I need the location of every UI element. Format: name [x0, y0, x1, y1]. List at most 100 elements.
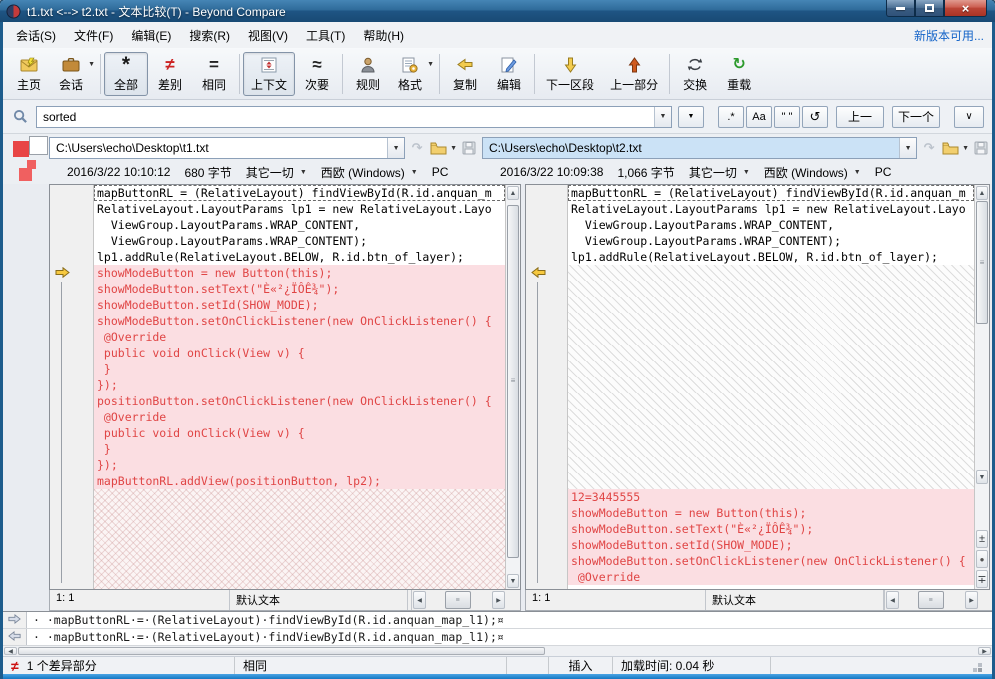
scroll-right-icon[interactable]: ▶ [965, 591, 978, 609]
right-encoding-combo[interactable]: 西欧 (Windows)▼ [764, 164, 861, 181]
code-line[interactable]: } [94, 361, 505, 377]
match-case-toggle-button[interactable]: Aa [746, 106, 772, 128]
scroll-right-icon[interactable]: ▶ [492, 591, 505, 609]
format-dropdown-icon[interactable]: ▼ [427, 61, 434, 68]
new-version-link[interactable]: 新版本可用... [914, 27, 984, 44]
code-line[interactable]: }); [94, 457, 505, 473]
sessions-button[interactable]: 会话 ▼ [51, 52, 97, 96]
code-line[interactable]: showModeButton = new Button(this); [94, 265, 505, 281]
search-options-dropdown-button[interactable]: ▼ [678, 106, 704, 128]
menu-view[interactable]: 视图(V) [239, 23, 297, 48]
right-horizontal-scrollbar[interactable]: ◀ ≡ ▶ [885, 590, 979, 610]
left-path-combo[interactable]: C:\Users\echo\Desktop\t1.txt ▼ [49, 137, 405, 159]
maximize-button[interactable] [915, 0, 944, 17]
code-line[interactable] [568, 393, 974, 409]
code-line[interactable]: ViewGroup.LayoutParams.WRAP_CONTENT); [94, 233, 505, 249]
code-line[interactable]: @Override [94, 409, 505, 425]
menu-session[interactable]: 会话(S) [7, 23, 65, 48]
show-same-button[interactable]: = 相同 [192, 52, 236, 96]
show-differences-button[interactable]: ≠ 差别 [148, 52, 192, 96]
scroll-up-icon[interactable]: ▲ [507, 186, 519, 200]
code-line[interactable]: 12=3445555 [568, 489, 974, 505]
detail-hscroll-track[interactable] [18, 647, 977, 655]
right-browse-folder-icon[interactable] [941, 141, 959, 155]
code-line[interactable] [568, 297, 974, 313]
menu-tools[interactable]: 工具(T) [297, 23, 354, 48]
diff-marker-left-arrow-icon[interactable] [531, 267, 546, 281]
code-line[interactable]: public void onClick(View v) { [94, 345, 505, 361]
diff-marker-right-arrow-icon[interactable] [55, 267, 70, 281]
code-line[interactable]: showModeButton.setId(SHOW_MODE); [568, 537, 974, 553]
rules-button[interactable]: 规则 [346, 52, 390, 96]
code-line[interactable] [568, 361, 974, 377]
close-button[interactable]: × [944, 0, 987, 17]
code-line[interactable]: RelativeLayout.LayoutParams lp1 = new Re… [94, 201, 505, 217]
left-rule-combo[interactable]: 其它一切▼ [246, 164, 307, 181]
code-line[interactable]: public void onClick(View v) { [94, 425, 505, 441]
menu-edit[interactable]: 编辑(E) [122, 23, 180, 48]
right-refresh-icon[interactable]: ↷ [920, 140, 938, 156]
code-line[interactable] [568, 409, 974, 425]
code-line[interactable]: showModeButton.setText("È«²¿ÏÔÊ¾"); [94, 281, 505, 297]
code-line[interactable] [568, 281, 974, 297]
code-line[interactable] [568, 329, 974, 345]
left-horizontal-scrollbar[interactable]: ◀ ≡ ▶ [412, 590, 506, 610]
scroll-up-icon[interactable]: ▲ [976, 186, 988, 200]
left-vertical-scrollbar[interactable]: ▲ ≡ ▼ [505, 185, 520, 589]
right-scroll-thumb[interactable]: ≡ [976, 201, 988, 324]
right-line-detail[interactable]: · ·mapButtonRL·=·(RelativeLayout)·findVi… [3, 629, 992, 646]
left-line-detail[interactable]: · ·mapButtonRL·=·(RelativeLayout)·findVi… [3, 612, 992, 629]
swap-button[interactable]: 交换 [673, 52, 717, 96]
left-encoding-combo[interactable]: 西欧 (Windows)▼ [321, 164, 418, 181]
wrap-search-button[interactable]: ↺ [802, 106, 828, 128]
next-difference-button[interactable]: ∓ [976, 570, 988, 588]
sessions-dropdown-icon[interactable]: ▼ [88, 61, 95, 68]
copy-button[interactable]: 复制 [443, 52, 487, 96]
left-scroll-track[interactable]: ≡ [507, 201, 519, 573]
code-line[interactable]: lp1.addRule(RelativeLayout.BELOW, R.id.b… [568, 249, 974, 265]
left-browse-dropdown-icon[interactable]: ▼ [450, 145, 457, 152]
code-line[interactable] [94, 537, 505, 553]
code-line[interactable]: mapButtonRL = (RelativeLayout) findViewB… [568, 185, 974, 201]
right-path-combo[interactable]: C:\Users\echo\Desktop\t2.txt ▼ [482, 137, 917, 159]
right-vertical-scrollbar[interactable]: ▲ ≡ ▼ ± ● ∓ [974, 185, 989, 589]
right-path-dropdown[interactable]: ▼ [899, 138, 916, 158]
code-line[interactable] [568, 313, 974, 329]
show-minor-button[interactable]: ≈ 次要 [295, 52, 339, 96]
right-rule-combo[interactable]: 其它一切▼ [689, 164, 750, 181]
right-code-area[interactable]: mapButtonRL = (RelativeLayout) findViewB… [568, 185, 974, 589]
left-refresh-icon[interactable]: ↷ [408, 140, 426, 156]
code-line[interactable] [568, 441, 974, 457]
show-context-button[interactable]: 上下文 [243, 52, 295, 96]
code-line[interactable] [94, 489, 505, 505]
code-line[interactable]: mapButtonRL.addView(positionButton, lp2)… [94, 473, 505, 489]
collapse-search-button[interactable]: ∨ [954, 106, 984, 128]
right-hscroll-thumb[interactable]: ≡ [918, 591, 944, 609]
scroll-left-icon[interactable]: ◀ [886, 591, 899, 609]
code-line[interactable] [94, 553, 505, 569]
code-line[interactable]: ViewGroup.LayoutParams.WRAP_CONTENT); [568, 233, 974, 249]
code-line[interactable]: showModeButton = new Button(this); [568, 505, 974, 521]
left-save-icon[interactable] [460, 141, 478, 155]
format-button[interactable]: 格式 ▼ [390, 52, 436, 96]
resize-grip-icon[interactable] [978, 668, 982, 672]
code-line[interactable] [568, 377, 974, 393]
menu-file[interactable]: 文件(F) [65, 23, 122, 48]
code-line[interactable]: RelativeLayout.LayoutParams lp1 = new Re… [568, 201, 974, 217]
right-scroll-track[interactable]: ≡ [976, 201, 988, 469]
titlebar[interactable]: t1.txt <--> t2.txt - 文本比较(T) - Beyond Co… [0, 0, 995, 22]
code-line[interactable] [568, 265, 974, 281]
code-line[interactable]: showModeButton.setOnClickListener(new On… [568, 553, 974, 569]
detail-horizontal-scrollbar[interactable]: ◀ ▶ [3, 646, 992, 657]
previous-part-button[interactable]: 上一部分 [602, 52, 666, 96]
code-line[interactable] [94, 505, 505, 521]
scroll-right-icon[interactable]: ▶ [978, 647, 991, 655]
previous-difference-button[interactable]: ± [976, 530, 988, 548]
left-hscroll-thumb[interactable]: ≡ [445, 591, 471, 609]
right-hscroll-track[interactable]: ≡ [900, 591, 964, 609]
reload-button[interactable]: ↻ 重载 [717, 52, 761, 96]
menu-help[interactable]: 帮助(H) [354, 23, 413, 48]
right-save-icon[interactable] [972, 141, 990, 155]
code-line[interactable]: } [94, 441, 505, 457]
code-line[interactable]: lp1.addRule(RelativeLayout.BELOW, R.id.b… [94, 249, 505, 265]
